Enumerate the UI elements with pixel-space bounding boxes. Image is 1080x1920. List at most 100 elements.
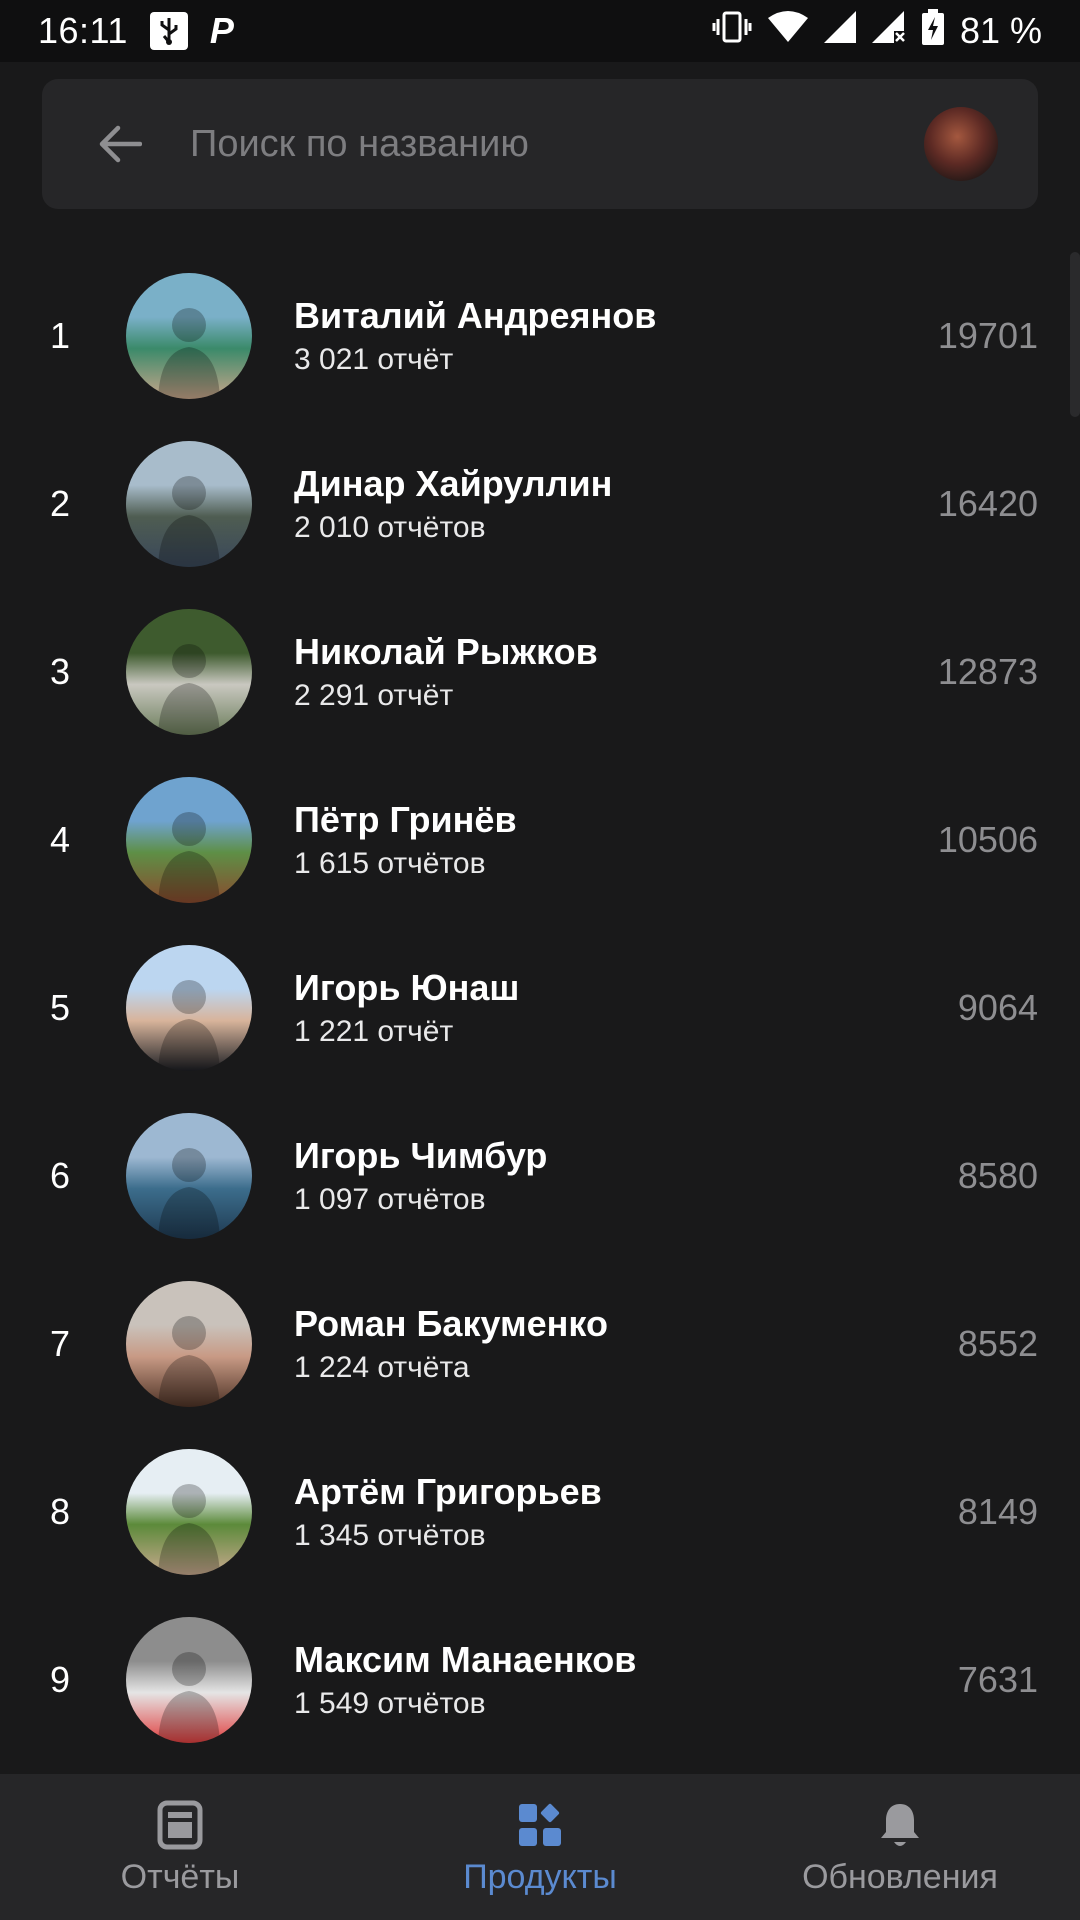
leaderboard-row[interactable]: 4 Пётр Гринёв 1 615 отчётов 10506	[0, 756, 1080, 924]
score-value: 7631	[957, 1659, 1038, 1700]
user-avatar[interactable]	[126, 1113, 252, 1239]
person-silhouette	[158, 812, 220, 903]
leaderboard-row[interactable]: 1 Виталий Андреянов 3 021 отчёт 19701	[0, 252, 1080, 420]
nav-products-label: Продукты	[463, 1857, 617, 1896]
report-count: 1 221 отчёт	[294, 1015, 454, 1048]
user-info: Пётр Гринёв 1 615 отчётов	[294, 798, 517, 884]
leaderboard-screen: 16:11 P 81 % Поиск по названию 1 Виталий…	[0, 0, 1080, 1920]
battery-charging-icon	[921, 8, 944, 54]
user-info: Виталий Андреянов 3 021 отчёт	[294, 294, 656, 380]
back-arrow-icon[interactable]	[92, 116, 148, 172]
report-count: 1 615 отчётов	[294, 847, 486, 880]
user-info: Максим Манаенков 1 549 отчётов	[294, 1638, 636, 1724]
report-count: 1 345 отчётов	[294, 1519, 486, 1552]
user-avatar[interactable]	[126, 1449, 252, 1575]
status-bar: 16:11 P 81 %	[0, 0, 1080, 62]
rank-number: 1	[50, 315, 71, 356]
nav-products[interactable]: Продукты	[360, 1774, 720, 1920]
report-count: 3 021 отчёт	[294, 343, 454, 376]
user-avatar[interactable]	[126, 273, 252, 399]
nav-reports-label: Отчёты	[120, 1857, 240, 1896]
report-count: 1 097 отчётов	[294, 1183, 486, 1216]
user-name: Николай Рыжков	[294, 631, 598, 672]
leaderboard-row[interactable]: 8 Артём Григорьев 1 345 отчётов 8149	[0, 1428, 1080, 1596]
score-value: 8552	[957, 1323, 1038, 1364]
nav-updates-label: Обновления	[802, 1857, 998, 1896]
score-value: 12873	[937, 651, 1038, 692]
person-silhouette	[158, 1484, 220, 1575]
nav-updates[interactable]: Обновления	[720, 1774, 1080, 1920]
status-time: 16:11	[38, 10, 128, 51]
leaderboard-row[interactable]: 7 Роман Бакуменко 1 224 отчёта 8552	[0, 1260, 1080, 1428]
score-value: 8580	[957, 1155, 1038, 1196]
person-silhouette	[158, 308, 220, 399]
rank-number: 8	[50, 1491, 71, 1532]
report-count: 1 224 отчёта	[294, 1351, 470, 1384]
user-name: Динар Хайруллин	[294, 463, 613, 504]
user-info: Артём Григорьев 1 345 отчётов	[294, 1470, 602, 1556]
rank-number: 3	[50, 651, 71, 692]
person-silhouette	[158, 1652, 220, 1743]
search-input[interactable]	[190, 122, 924, 166]
user-avatar[interactable]	[126, 945, 252, 1071]
rank-number: 5	[50, 987, 71, 1028]
products-icon	[513, 1798, 567, 1852]
score-value: 9064	[957, 987, 1038, 1028]
signal-icon	[823, 10, 856, 52]
user-info: Игорь Юнаш 1 221 отчёт	[294, 966, 519, 1052]
status-right: 81 %	[712, 8, 1042, 54]
report-count: 2 010 отчётов	[294, 511, 486, 544]
user-name: Пётр Гринёв	[294, 799, 517, 840]
scrollbar[interactable]	[1070, 252, 1080, 417]
score-value: 19701	[937, 315, 1038, 356]
signal-no-data-icon	[871, 10, 906, 52]
leaderboard-row[interactable]: 3 Николай Рыжков 2 291 отчёт 12873	[0, 588, 1080, 756]
user-info: Николай Рыжков 2 291 отчёт	[294, 630, 598, 716]
user-name: Виталий Андреянов	[294, 295, 657, 336]
user-avatar[interactable]	[126, 441, 252, 567]
person-silhouette	[158, 476, 220, 567]
rank-number: 4	[50, 819, 71, 860]
leaderboard-row[interactable]: 2 Динар Хайруллин 2 010 отчётов 16420	[0, 420, 1080, 588]
score-value: 10506	[937, 819, 1038, 860]
user-avatar[interactable]	[126, 1617, 252, 1743]
user-name: Артём Григорьев	[294, 1471, 602, 1512]
usb-icon	[149, 12, 188, 50]
user-name: Игорь Юнаш	[294, 967, 520, 1008]
user-name: Игорь Чимбур	[294, 1135, 548, 1176]
user-avatar[interactable]	[126, 777, 252, 903]
rank-number: 9	[50, 1659, 71, 1700]
user-avatar[interactable]	[126, 609, 252, 735]
leaderboard-row[interactable]: 5 Игорь Юнаш 1 221 отчёт 9064	[0, 924, 1080, 1092]
bell-icon	[873, 1798, 927, 1852]
battery-percent: 81 %	[959, 10, 1042, 51]
parking-app-icon: P	[209, 10, 234, 51]
bottom-navigation: Отчёты Продукты Обновления	[0, 1774, 1080, 1920]
person-silhouette	[158, 644, 220, 735]
user-name: Роман Бакуменко	[294, 1303, 608, 1344]
rank-number: 2	[50, 483, 71, 524]
wifi-icon	[767, 10, 808, 53]
report-count: 1 549 отчётов	[294, 1687, 486, 1720]
person-silhouette	[158, 1316, 220, 1407]
leaderboard-row[interactable]: 6 Игорь Чимбур 1 097 отчётов 8580	[0, 1092, 1080, 1260]
score-value: 8149	[957, 1491, 1038, 1532]
rank-number: 6	[50, 1155, 71, 1196]
search-bar	[42, 79, 1038, 209]
user-name: Максим Манаенков	[294, 1639, 637, 1680]
vibrate-icon	[712, 9, 752, 54]
user-info: Динар Хайруллин 2 010 отчётов	[294, 462, 612, 548]
user-avatar[interactable]	[126, 1281, 252, 1407]
reports-icon	[153, 1798, 207, 1852]
rank-number: 7	[50, 1323, 71, 1364]
nav-reports[interactable]: Отчёты	[0, 1774, 360, 1920]
report-count: 2 291 отчёт	[294, 679, 454, 712]
leaderboard-list: 1 Виталий Андреянов 3 021 отчёт 19701 2 Динар…	[0, 252, 1080, 1764]
status-left: 16:11 P	[38, 10, 234, 52]
score-value: 16420	[937, 483, 1038, 524]
profile-avatar[interactable]	[924, 107, 998, 181]
user-info: Роман Бакуменко 1 224 отчёта	[294, 1302, 608, 1388]
person-silhouette	[158, 980, 220, 1071]
leaderboard-row[interactable]: 9 Максим Манаенков 1 549 отчётов 7631	[0, 1596, 1080, 1764]
user-info: Игорь Чимбур 1 097 отчётов	[294, 1134, 547, 1220]
